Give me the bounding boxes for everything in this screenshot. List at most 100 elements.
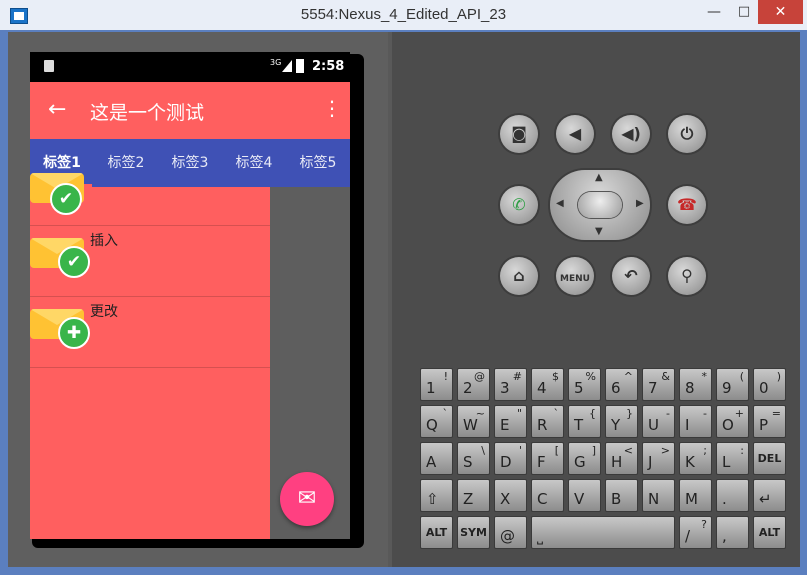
key-shift-label: " bbox=[516, 407, 522, 420]
key-label: 2 bbox=[463, 379, 473, 397]
key-2-8[interactable]: L: bbox=[716, 442, 749, 475]
list-item-label: 插入 bbox=[90, 233, 118, 249]
key-3-6[interactable]: N bbox=[642, 479, 675, 512]
key-3-3[interactable]: C bbox=[531, 479, 564, 512]
key-0-7[interactable]: 8 * bbox=[679, 368, 712, 401]
key-2-2[interactable]: D ' bbox=[494, 442, 527, 475]
tab-2[interactable]: 标签2 bbox=[94, 139, 158, 187]
dpad-center-button[interactable] bbox=[578, 192, 622, 218]
item-list: ✔ ✔ 插入 ✚ 更改 bbox=[30, 173, 270, 539]
menu-button[interactable]: MENU bbox=[556, 257, 594, 295]
key-0-6[interactable]: 7 & bbox=[642, 368, 675, 401]
key-2-6[interactable]: J > bbox=[642, 442, 675, 475]
check-badge-icon: ✔ bbox=[50, 183, 82, 215]
call-button[interactable]: ✆ bbox=[500, 186, 538, 224]
key-2-4[interactable]: G] bbox=[568, 442, 601, 475]
fab-mail-button[interactable]: ✉ bbox=[280, 472, 334, 526]
key-3-4[interactable]: V bbox=[568, 479, 601, 512]
key-0-9[interactable]: 0) bbox=[753, 368, 786, 401]
key-0-3[interactable]: 4 $ bbox=[531, 368, 564, 401]
key-1-5[interactable]: Y} bbox=[605, 405, 638, 438]
key-2-1[interactable]: S \ bbox=[457, 442, 490, 475]
key-4-6[interactable]: ALT bbox=[753, 516, 786, 549]
camera-button[interactable]: ◙ bbox=[500, 115, 538, 153]
key-2-0[interactable]: A bbox=[420, 442, 453, 475]
check-badge-icon: ✔ bbox=[58, 246, 90, 278]
key-4-3[interactable]: ⎵ bbox=[531, 516, 675, 549]
key-3-0[interactable]: ⇧ bbox=[420, 479, 453, 512]
dpad-left-icon[interactable]: ◀ bbox=[556, 198, 564, 209]
volume-down-icon: ◀ bbox=[568, 124, 582, 143]
tab-4[interactable]: 标签4 bbox=[222, 139, 286, 187]
key-1-4[interactable]: T{ bbox=[568, 405, 601, 438]
list-item[interactable]: ✔ bbox=[30, 173, 270, 226]
volume-up-icon: ◀) bbox=[621, 124, 641, 143]
key-2-9[interactable]: DEL bbox=[753, 442, 786, 475]
battery-icon bbox=[296, 59, 304, 73]
dpad-up-icon[interactable]: ▲ bbox=[595, 172, 603, 183]
key-label: V bbox=[574, 490, 585, 508]
maximize-button[interactable]: □ bbox=[730, 4, 758, 24]
key-1-6[interactable]: U- bbox=[642, 405, 675, 438]
minimize-button[interactable]: — bbox=[700, 4, 728, 24]
power-button[interactable]: ⏻ bbox=[668, 115, 706, 153]
dpad-right-icon[interactable]: ▶ bbox=[636, 198, 644, 209]
tab-3[interactable]: 标签3 bbox=[158, 139, 222, 187]
list-item[interactable]: ✚ 更改 bbox=[30, 297, 270, 368]
key-3-8[interactable]: . bbox=[716, 479, 749, 512]
key-shift-label: ; bbox=[703, 444, 707, 457]
tab-5[interactable]: 标签5 bbox=[286, 139, 350, 187]
key-3-9[interactable]: ↵ bbox=[753, 479, 786, 512]
key-0-8[interactable]: 9( bbox=[716, 368, 749, 401]
dpad-down-icon[interactable]: ▼ bbox=[595, 226, 603, 237]
back-button[interactable]: ↶ bbox=[612, 257, 650, 295]
key-1-8[interactable]: O + bbox=[716, 405, 749, 438]
key-4-1[interactable]: SYM bbox=[457, 516, 490, 549]
key-0-4[interactable]: 5% bbox=[568, 368, 601, 401]
key-1-9[interactable]: P = bbox=[753, 405, 786, 438]
key-0-2[interactable]: 3 # bbox=[494, 368, 527, 401]
back-arrow-icon[interactable]: ← bbox=[48, 97, 66, 122]
key-shift-label: ^ bbox=[623, 370, 633, 383]
home-icon: ⌂ bbox=[513, 266, 525, 285]
key-label: K bbox=[685, 453, 695, 471]
key-label: O bbox=[722, 416, 734, 434]
key-label: ↵ bbox=[759, 490, 772, 508]
hardware-keyboard: 1! 2 @3 #4 $5% 6 ^ 7 & 8 * 9(0) Q ` W ~ E " R ` T{Y} U - I - O + P =… bbox=[420, 368, 788, 549]
key-label: , bbox=[722, 527, 727, 545]
dpad[interactable]: ▲ ▼ ◀ ▶ bbox=[550, 170, 650, 240]
key-0-0[interactable]: 1! bbox=[420, 368, 453, 401]
key-4-0[interactable]: ALT bbox=[420, 516, 453, 549]
end-call-button[interactable]: ☎ bbox=[668, 186, 706, 224]
search-button[interactable]: ⚲ bbox=[668, 257, 706, 295]
key-3-1[interactable]: Z bbox=[457, 479, 490, 512]
key-0-1[interactable]: 2 @ bbox=[457, 368, 490, 401]
key-4-4[interactable]: /? bbox=[679, 516, 712, 549]
key-2-3[interactable]: F[ bbox=[531, 442, 564, 475]
key-1-2[interactable]: E " bbox=[494, 405, 527, 438]
key-4-2[interactable]: @ bbox=[494, 516, 527, 549]
close-button[interactable]: ✕ bbox=[758, 0, 803, 24]
key-1-1[interactable]: W ~ bbox=[457, 405, 490, 438]
overflow-menu-icon[interactable]: ⋮ bbox=[322, 96, 342, 120]
key-3-7[interactable]: M bbox=[679, 479, 712, 512]
key-shift-label: ) bbox=[776, 370, 781, 383]
key-2-7[interactable]: K; bbox=[679, 442, 712, 475]
key-2-5[interactable]: H < bbox=[605, 442, 638, 475]
key-0-5[interactable]: 6 ^ bbox=[605, 368, 638, 401]
volume-down-button[interactable]: ◀ bbox=[556, 115, 594, 153]
key-label: / bbox=[685, 527, 691, 545]
home-button[interactable]: ⌂ bbox=[500, 257, 538, 295]
volume-up-button[interactable]: ◀) bbox=[612, 115, 650, 153]
key-1-3[interactable]: R ` bbox=[531, 405, 564, 438]
key-4-5[interactable]: , bbox=[716, 516, 749, 549]
key-3-5[interactable]: B bbox=[605, 479, 638, 512]
key-3-2[interactable]: X bbox=[494, 479, 527, 512]
add-badge-icon: ✚ bbox=[58, 317, 90, 349]
key-1-7[interactable]: I- bbox=[679, 405, 712, 438]
power-icon: ⏻ bbox=[680, 124, 694, 143]
key-1-0[interactable]: Q ` bbox=[420, 405, 453, 438]
signal-icon bbox=[282, 60, 292, 72]
list-item[interactable]: ✔ 插入 bbox=[30, 226, 270, 297]
toolbar-title: 这是一个测试 bbox=[90, 102, 205, 124]
